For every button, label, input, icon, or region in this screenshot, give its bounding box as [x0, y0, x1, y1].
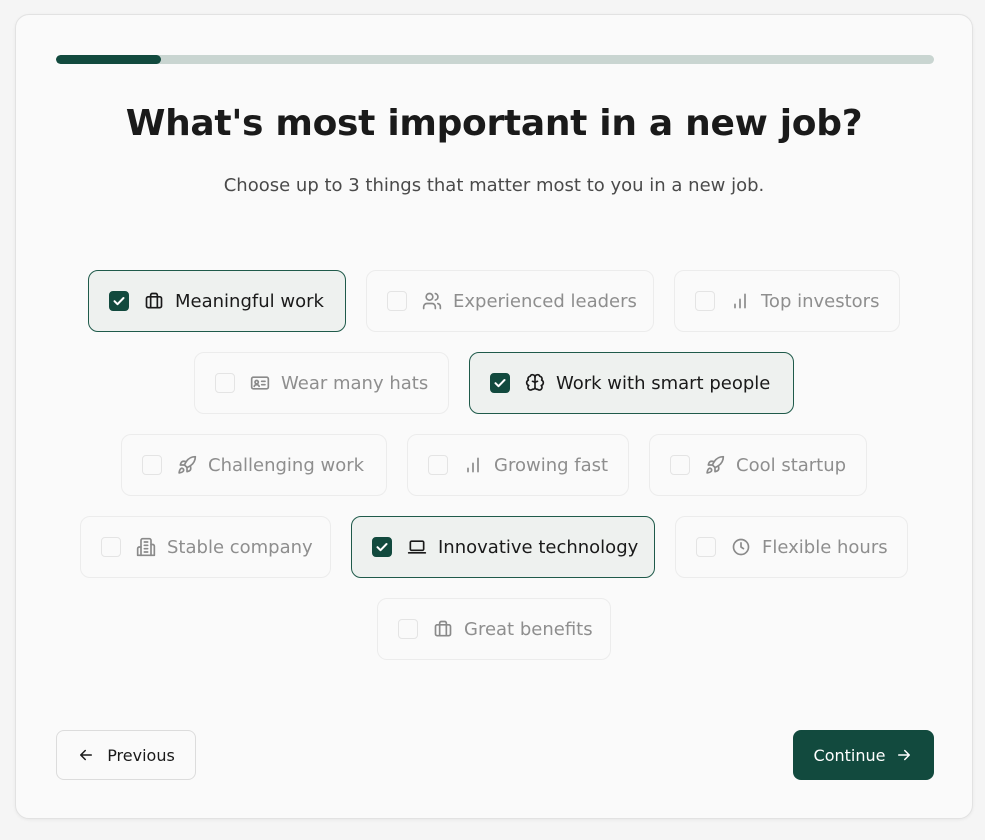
clock-icon — [730, 536, 752, 558]
option-label: Flexible hours — [762, 536, 888, 558]
briefcase-icon — [432, 618, 454, 640]
checkbox[interactable] — [142, 455, 162, 475]
option-wear-many-hats[interactable]: Wear many hats — [194, 352, 449, 414]
option-meaningful-work[interactable]: Meaningful work — [88, 270, 346, 332]
checkbox[interactable] — [490, 373, 510, 393]
option-label: Meaningful work — [175, 290, 324, 312]
option-label: Growing fast — [494, 454, 609, 476]
brain-icon — [524, 372, 546, 394]
checkbox[interactable] — [695, 291, 715, 311]
option-challenging-work[interactable]: Challenging work — [121, 434, 387, 496]
checkbox[interactable] — [387, 291, 407, 311]
option-label: Top investors — [761, 290, 880, 312]
arrow-left-icon — [77, 746, 95, 764]
option-label: Stable company — [167, 536, 313, 558]
users-icon — [421, 290, 443, 312]
checkbox[interactable] — [215, 373, 235, 393]
arrow-right-icon — [895, 746, 913, 764]
checkbox[interactable] — [670, 455, 690, 475]
onboarding-card: What's most important in a new job? Choo… — [15, 14, 973, 819]
briefcase-icon — [143, 290, 165, 312]
page-title: What's most important in a new job? — [125, 103, 863, 144]
option-label: Work with smart people — [556, 372, 771, 394]
building-icon — [135, 536, 157, 558]
option-flexible-hours[interactable]: Flexible hours — [675, 516, 908, 578]
options-row: Great benefits — [16, 598, 972, 660]
checkbox[interactable] — [372, 537, 392, 557]
previous-label: Previous — [107, 745, 175, 765]
option-innovative-technology[interactable]: Innovative technology — [351, 516, 655, 578]
option-cool-startup[interactable]: Cool startup — [649, 434, 867, 496]
option-label: Innovative technology — [438, 536, 639, 558]
option-growing-fast[interactable]: Growing fast — [407, 434, 629, 496]
checkbox[interactable] — [398, 619, 418, 639]
option-label: Cool startup — [736, 454, 847, 476]
continue-label: Continue — [813, 745, 886, 765]
id-card-icon — [249, 372, 271, 394]
option-label: Wear many hats — [281, 372, 429, 394]
option-stable-company[interactable]: Stable company — [80, 516, 331, 578]
rocket-icon — [704, 454, 726, 476]
option-label: Great benefits — [464, 618, 593, 640]
bar-chart-icon — [729, 290, 751, 312]
progress-bar — [56, 55, 934, 64]
option-work-with-smart-people[interactable]: Work with smart people — [469, 352, 794, 414]
options-grid: Meaningful work Experienced leaders Top … — [16, 270, 972, 680]
options-row: Meaningful work Experienced leaders Top … — [16, 270, 972, 332]
progress-fill — [56, 55, 162, 64]
checkbox[interactable] — [428, 455, 448, 475]
rocket-icon — [176, 454, 198, 476]
checkbox[interactable] — [696, 537, 716, 557]
option-great-benefits[interactable]: Great benefits — [377, 598, 611, 660]
option-label: Experienced leaders — [453, 290, 637, 312]
checkbox[interactable] — [109, 291, 129, 311]
option-top-investors[interactable]: Top investors — [674, 270, 900, 332]
laptop-icon — [406, 536, 428, 558]
options-row: Challenging work Growing fast Cool start… — [16, 434, 972, 496]
previous-button[interactable]: Previous — [56, 730, 196, 780]
options-row: Stable company Innovative technology Fle… — [16, 516, 972, 578]
page-subtitle: Choose up to 3 things that matter most t… — [223, 175, 765, 196]
bar-chart-icon — [462, 454, 484, 476]
option-label: Challenging work — [208, 454, 365, 476]
continue-button[interactable]: Continue — [793, 730, 934, 780]
checkbox[interactable] — [101, 537, 121, 557]
options-row: Wear many hats Work with smart people — [16, 352, 972, 414]
option-experienced-leaders[interactable]: Experienced leaders — [366, 270, 654, 332]
